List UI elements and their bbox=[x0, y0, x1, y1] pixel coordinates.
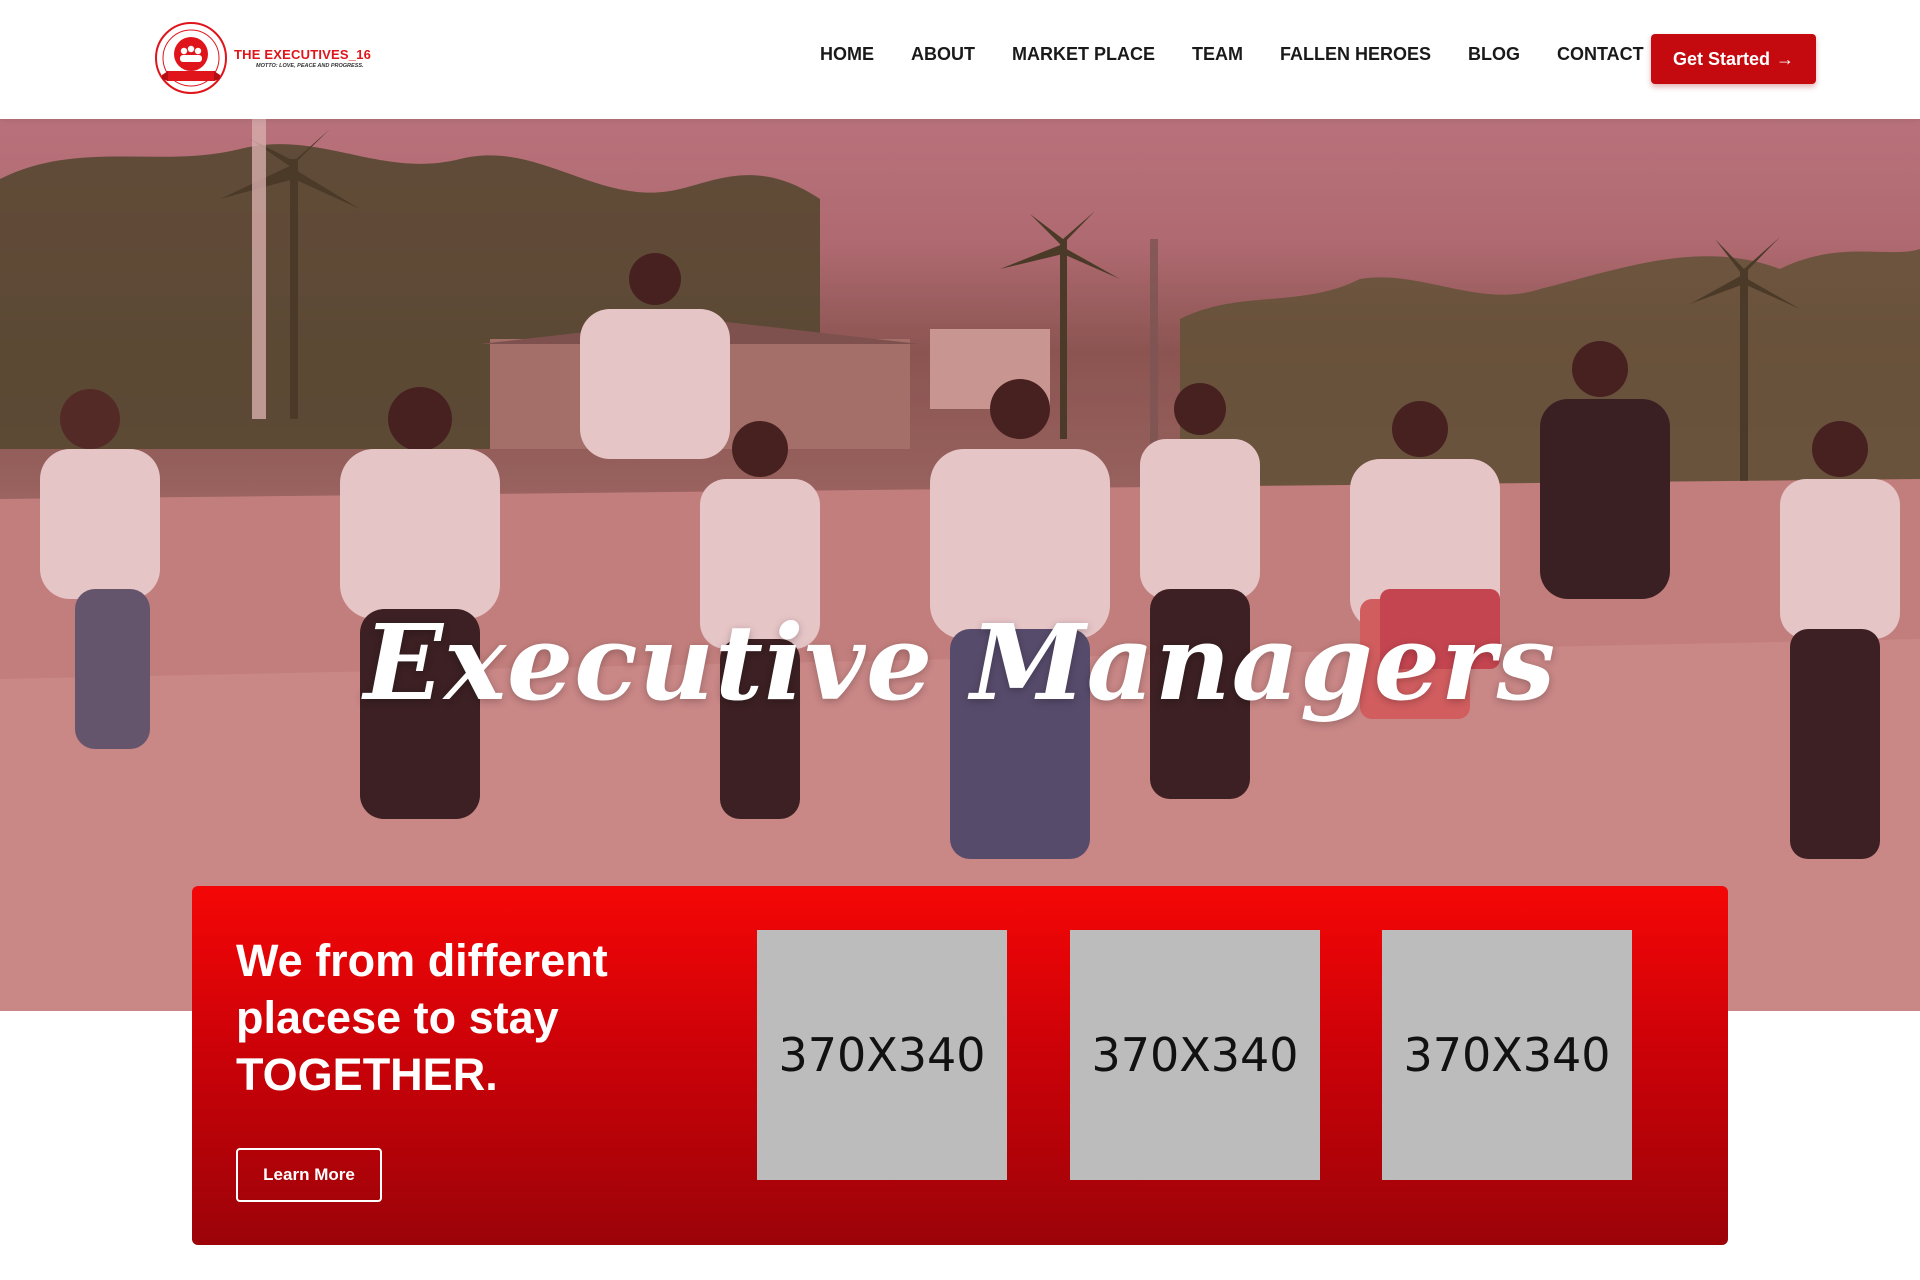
site-header: THE EXECUTIVES_16 MOTTO: LOVE, PEACE AND… bbox=[0, 0, 1920, 119]
promo-heading: We from different placese to stay TOGETH… bbox=[236, 935, 608, 1100]
logo-seal-icon bbox=[155, 22, 227, 94]
logo-name: THE EXECUTIVES_16 bbox=[234, 47, 372, 62]
logo-motto: MOTTO: LOVE, PEACE AND PROGRESS. bbox=[256, 63, 364, 69]
image-placeholder-3: 370X340 bbox=[1382, 930, 1632, 1180]
nav-market-place[interactable]: MARKET PLACE bbox=[1012, 44, 1155, 65]
hero-overlay bbox=[0, 119, 1920, 1011]
nav-about[interactable]: ABOUT bbox=[911, 44, 975, 65]
nav-team[interactable]: TEAM bbox=[1192, 44, 1243, 65]
hero-title: Executive Managers bbox=[363, 601, 1557, 724]
nav-home[interactable]: HOME bbox=[820, 44, 874, 65]
arrow-right-icon: → bbox=[1776, 48, 1795, 69]
image-placeholder-1: 370X340 bbox=[757, 930, 1007, 1180]
nav-contact[interactable]: CONTACT bbox=[1557, 44, 1644, 65]
nav-fallen-heroes[interactable]: FALLEN HEROES bbox=[1280, 44, 1431, 65]
promo-box: We from different placese to stay TOGETH… bbox=[192, 886, 1728, 1245]
site-logo[interactable]: THE EXECUTIVES_16 MOTTO: LOVE, PEACE AND… bbox=[154, 18, 371, 98]
image-placeholder-2: 370X340 bbox=[1070, 930, 1320, 1180]
nav-blog[interactable]: BLOG bbox=[1468, 44, 1520, 65]
get-started-button[interactable]: Get Started → bbox=[1651, 34, 1816, 84]
main-nav: HOME ABOUT MARKET PLACE TEAM FALLEN HERO… bbox=[820, 44, 1681, 65]
logo-text: THE EXECUTIVES_16 MOTTO: LOVE, PEACE AND… bbox=[234, 47, 371, 69]
learn-more-button[interactable]: Learn More bbox=[236, 1148, 382, 1202]
get-started-label: Get Started bbox=[1672, 48, 1771, 69]
hero-section: Executive Managers bbox=[0, 119, 1920, 1011]
